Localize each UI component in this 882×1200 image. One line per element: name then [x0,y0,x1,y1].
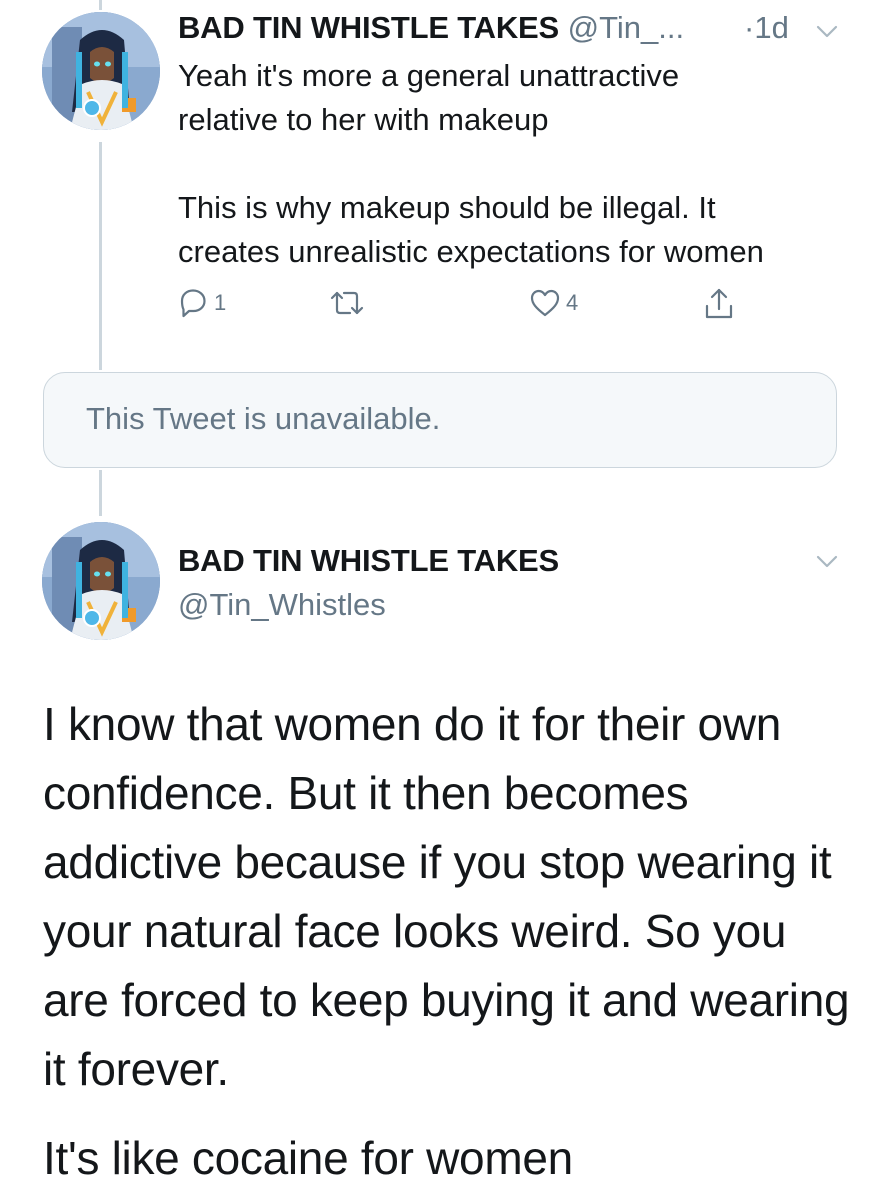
like-count: 4 [566,290,579,315]
reply-count: 1 [214,290,227,315]
thread-line-lower [99,470,102,516]
thread-line-middle [99,142,102,370]
share-button[interactable] [702,286,736,322]
like-icon [530,289,560,317]
tweet-actions: 1 4 [176,286,746,326]
handle[interactable]: @Tin_Whistles [178,587,386,623]
avatar[interactable] [42,12,160,130]
unavailable-tweet-card: This Tweet is unavailable. [43,372,837,468]
thread-line-top [99,0,102,10]
timestamp[interactable]: ·1d [744,10,789,46]
reply-button[interactable]: 1 [176,286,226,320]
chevron-down-icon[interactable] [816,25,838,39]
like-button[interactable]: 4 [528,286,578,320]
main-tweet-text-1: I know that women do it for their own co… [43,698,850,1095]
reply-tweet-text-2: This is why makeup should be illegal. It… [178,190,764,269]
handle[interactable]: @Tin_... [568,10,684,45]
share-icon [705,288,733,319]
reply-tweet-header: BAD TIN WHISTLE TAKES @Tin_... [178,10,684,46]
chevron-down-icon[interactable] [816,555,838,569]
unavailable-tweet-text: This Tweet is unavailable. [86,401,441,436]
display-name[interactable]: BAD TIN WHISTLE TAKES [178,10,559,45]
retweet-button[interactable] [328,286,370,320]
avatar[interactable] [42,522,160,640]
main-tweet-text-2: It's like cocaine for women [43,1132,573,1184]
reply-icon [180,289,206,318]
reply-tweet-text-1: Yeah it's more a general unattractive re… [178,58,680,137]
display-name[interactable]: BAD TIN WHISTLE TAKES [178,543,559,579]
retweet-icon [330,291,364,315]
